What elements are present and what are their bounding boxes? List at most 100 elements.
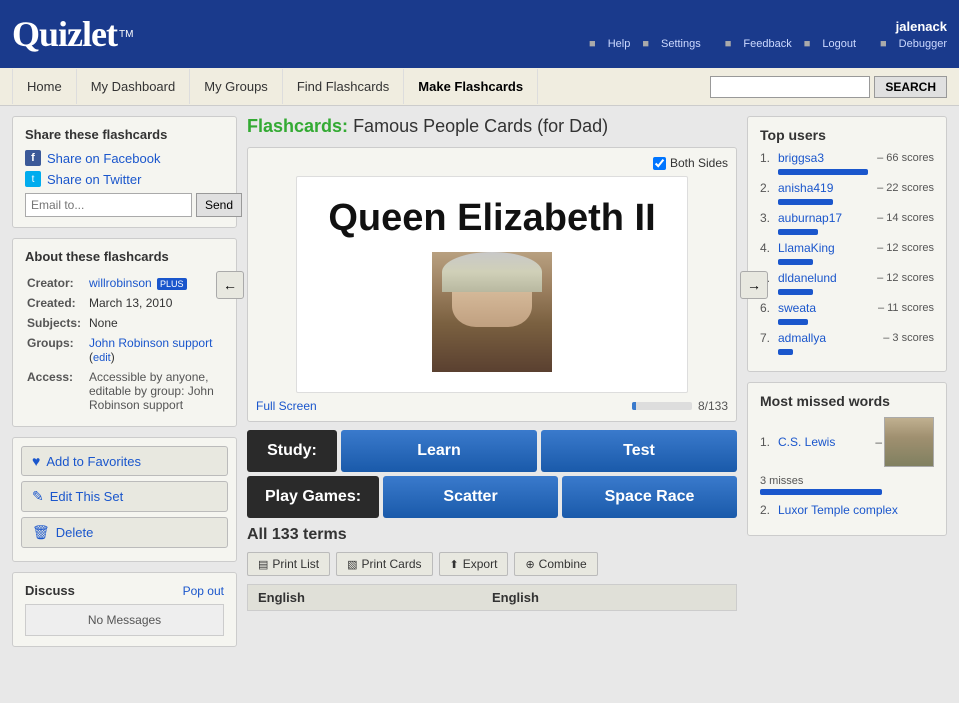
- print-list-button[interactable]: ▤ Print List: [247, 552, 330, 576]
- user-bar-2: [778, 199, 833, 205]
- missed-name-1[interactable]: C.S. Lewis: [778, 435, 873, 449]
- user-7-name[interactable]: admallya: [778, 331, 883, 345]
- combine-button[interactable]: ⊕ Combine: [514, 552, 597, 576]
- header-dot1: ■: [589, 38, 596, 50]
- export-label: Export: [463, 557, 498, 571]
- top-user-row-5: 5. dldanelund – 12 scores: [760, 271, 934, 285]
- edit-set-label: Edit This Set: [50, 489, 123, 504]
- header-dot2: ■: [642, 38, 649, 50]
- nav-make-flashcards[interactable]: Make Flashcards: [404, 69, 538, 104]
- subjects-label: Subjects:: [27, 314, 87, 332]
- space-race-button[interactable]: Space Race: [562, 476, 737, 518]
- user-bar-row-2: [760, 199, 934, 205]
- card-controls: Full Screen 8/133: [256, 399, 728, 413]
- email-input[interactable]: [25, 193, 192, 217]
- nav-dashboard[interactable]: My Dashboard: [77, 69, 191, 104]
- terms-toolbar: ▤ Print List ▧ Print Cards ⬆ Export ⊕ Co…: [247, 552, 737, 576]
- pencil-icon: ✎: [32, 488, 44, 505]
- top-user-row-2: 2. anisha419 – 22 scores: [760, 181, 934, 195]
- trash-icon: 🗑: [32, 524, 50, 541]
- right-sidebar: Top users 1. briggsa3 – 66 scores 2. ani…: [747, 116, 947, 657]
- test-button[interactable]: Test: [541, 430, 737, 472]
- created-label: Created:: [27, 294, 87, 312]
- logout-link[interactable]: Logout: [822, 38, 856, 50]
- user-6-name[interactable]: sweata: [778, 301, 878, 315]
- left-sidebar: Share these flashcards f Share on Facebo…: [12, 116, 237, 657]
- print-cards-button[interactable]: ▧ Print Cards: [336, 552, 432, 576]
- creator-value: willrobinson PLUS: [89, 274, 222, 292]
- search-input[interactable]: [710, 76, 870, 98]
- access-value: Accessible by anyone, editable by group:…: [89, 368, 222, 414]
- help-link[interactable]: Help: [608, 38, 631, 50]
- top-user-row-3: 3. auburnap17 – 14 scores: [760, 211, 934, 225]
- settings-link[interactable]: Settings: [661, 38, 701, 50]
- scatter-button[interactable]: Scatter: [383, 476, 558, 518]
- user-3-name[interactable]: auburnap17: [778, 211, 877, 225]
- flashcard-label: Flashcards:: [247, 116, 348, 136]
- access-label: Access:: [27, 368, 87, 414]
- prev-card-button[interactable]: ←: [216, 271, 244, 299]
- misses-text-1: 3 misses: [760, 475, 934, 487]
- subjects-value: None: [89, 314, 222, 332]
- groups-label: Groups:: [27, 334, 87, 366]
- plus-badge: PLUS: [157, 278, 187, 290]
- misses-bar-1: [760, 489, 882, 495]
- facebook-share-link[interactable]: f Share on Facebook: [25, 150, 224, 166]
- both-sides-row: Both Sides: [256, 156, 728, 170]
- edit-set-button[interactable]: ✎ Edit This Set: [21, 481, 228, 512]
- debugger-link[interactable]: Debugger: [899, 38, 947, 50]
- user-5-name[interactable]: dldanelund: [778, 271, 877, 285]
- creator-label: Creator:: [27, 274, 87, 292]
- delete-button[interactable]: 🗑 Delete: [21, 517, 228, 548]
- no-messages: No Messages: [25, 604, 224, 636]
- next-card-button[interactable]: →: [740, 271, 768, 299]
- header-right: jalenack ■ Help ■ Settings ■ Feedback ■ …: [589, 19, 947, 50]
- combine-label: Combine: [539, 557, 587, 571]
- both-sides-checkbox[interactable]: [653, 157, 666, 170]
- about-title: About these flashcards: [25, 249, 224, 264]
- discuss-title: Discuss: [25, 583, 75, 598]
- twitter-share-link[interactable]: t Share on Twitter: [25, 171, 224, 187]
- fullscreen-link[interactable]: Full Screen: [256, 399, 317, 413]
- creator-link[interactable]: willrobinson: [89, 276, 152, 290]
- print-list-label: Print List: [272, 557, 319, 571]
- user-4-name[interactable]: LlamaKing: [778, 241, 877, 255]
- missed-words-title: Most missed words: [760, 393, 934, 409]
- email-row: Send: [25, 193, 224, 217]
- user-4-score: – 12 scores: [877, 242, 934, 254]
- nav-groups[interactable]: My Groups: [190, 69, 283, 104]
- top-users-section: Top users 1. briggsa3 – 66 scores 2. ani…: [747, 116, 947, 372]
- rank-6: 6.: [760, 301, 778, 315]
- missed-words-section: Most missed words 1. C.S. Lewis – 3 miss…: [747, 382, 947, 536]
- nav-home[interactable]: Home: [12, 69, 77, 104]
- missed-name-2[interactable]: Luxor Temple complex: [778, 503, 934, 517]
- user-5-score: – 12 scores: [877, 272, 934, 284]
- logo[interactable]: Quizlet TM: [12, 13, 133, 55]
- missed-word-row-1: 1. C.S. Lewis –: [760, 417, 934, 467]
- user-bar-6: [778, 319, 808, 325]
- queen-portrait: [432, 252, 552, 372]
- card-counter: 8/133: [698, 399, 728, 413]
- user-1-name[interactable]: briggsa3: [778, 151, 877, 165]
- print-list-icon: ▤: [258, 558, 268, 571]
- feedback-link[interactable]: Feedback: [743, 38, 791, 50]
- games-row: Play Games: Scatter Space Race: [247, 476, 737, 518]
- groups-link[interactable]: John Robinson support: [89, 336, 212, 350]
- pop-out-link[interactable]: Pop out: [183, 584, 224, 598]
- send-button[interactable]: Send: [196, 193, 242, 217]
- col-english1: English: [258, 590, 492, 605]
- user-2-score: – 22 scores: [877, 182, 934, 194]
- learn-button[interactable]: Learn: [341, 430, 537, 472]
- top-user-row-7: 7. admallya – 3 scores: [760, 331, 934, 345]
- edit-link[interactable]: edit: [93, 352, 111, 364]
- export-button[interactable]: ⬆ Export: [439, 552, 509, 576]
- header-dot5: ■: [880, 38, 887, 50]
- missed-rank-1: 1.: [760, 435, 778, 449]
- user-2-name[interactable]: anisha419: [778, 181, 877, 195]
- print-cards-icon: ▧: [347, 558, 357, 571]
- search-button[interactable]: SEARCH: [874, 76, 947, 98]
- favorites-button[interactable]: ♥ Add to Favorites: [21, 446, 228, 476]
- card-display: Queen Elizabeth II: [296, 176, 688, 393]
- col-english2: English: [492, 590, 726, 605]
- nav-find-flashcards[interactable]: Find Flashcards: [283, 69, 404, 104]
